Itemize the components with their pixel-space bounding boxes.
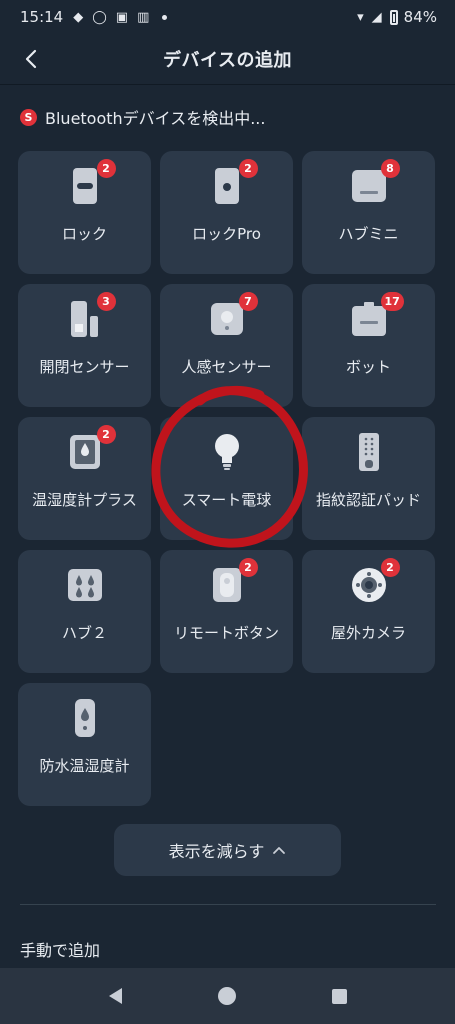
app-notification-icon: ◆ (73, 9, 84, 25)
device-count-badge: 2 (380, 558, 400, 577)
device-label: ロックPro (192, 225, 261, 243)
device-tile-smart-bulb[interactable]: スマート電球 (160, 417, 293, 540)
show-less-label: 表示を減らす (168, 842, 265, 861)
chevron-up-icon (273, 846, 286, 854)
device-tile-lock[interactable]: 2 ロック (18, 151, 151, 274)
device-tile-thermo-hygrometer-plus[interactable]: 2 温湿度計プラス (18, 417, 151, 540)
device-label: ボット (345, 358, 391, 376)
more-notifications-icon (162, 14, 168, 20)
device-tile-keypad-touch[interactable]: 指紋認証パッド (302, 417, 435, 540)
device-label: 温湿度計プラス (32, 491, 137, 509)
battery-percentage: 84% (403, 8, 437, 26)
system-navigation-bar (0, 968, 455, 1024)
device-count-badge: 8 (380, 159, 400, 178)
app-header: デバイスの追加 (0, 34, 455, 84)
device-label: スマート電球 (181, 491, 272, 509)
light-bulb-icon (207, 431, 247, 473)
scan-status-text: Bluetoothデバイスを検出中... (45, 109, 266, 128)
nav-home-icon[interactable] (217, 987, 236, 1005)
device-count-badge: 7 (238, 292, 258, 311)
device-label: 開閉センサー (39, 358, 130, 376)
status-time: 15:14 (20, 8, 64, 26)
show-less-button[interactable]: 表示を減らす (114, 824, 341, 876)
device-tile-lock-pro[interactable]: 2 ロックPro (160, 151, 293, 274)
signal-icon: ◢ (371, 9, 382, 25)
back-button[interactable] (14, 42, 48, 76)
page-title: デバイスの追加 (163, 50, 292, 71)
device-tile-contact-sensor[interactable]: 3 開閉センサー (18, 284, 151, 407)
device-label: 防水温湿度計 (39, 757, 130, 775)
device-tile-hub-mini[interactable]: 8 ハブミニ (302, 151, 435, 274)
switchbot-notification-icon: ▥ (137, 9, 150, 25)
device-label: 指紋認証パッド (315, 491, 421, 509)
waterproof-thermometer-icon (65, 697, 105, 739)
device-count-badge: 2 (238, 558, 258, 577)
device-tile-bot[interactable]: 17 ボット (302, 284, 435, 407)
device-label: 屋外カメラ (330, 624, 406, 642)
device-label: ハブ２ (61, 624, 107, 642)
device-label: リモートボタン (173, 624, 279, 642)
device-grid: 2 ロック 2 ロックPro 8 ハブミニ 3 開閉センサー 7 人感センサー (18, 151, 436, 806)
manual-add-link[interactable]: 手動で追加 (20, 937, 100, 961)
scanning-icon: S (20, 108, 37, 126)
nav-recents-icon[interactable] (331, 988, 347, 1004)
device-tile-remote-button[interactable]: 2 リモートボタン (160, 550, 293, 673)
keypad-touch-icon (349, 431, 389, 473)
status-bar: 15:14 ◆ ◯ ▣ ▥ ▾ ◢ 84% (0, 0, 455, 34)
device-tile-outdoor-camera[interactable]: 2 屋外カメラ (302, 550, 435, 673)
device-tile-waterproof-thermometer[interactable]: 防水温湿度計 (18, 683, 151, 806)
device-label: ロック (61, 225, 107, 243)
image-notification-icon: ▣ (115, 9, 129, 25)
device-count-badge: 2 (96, 425, 116, 444)
device-count-badge: 2 (96, 159, 116, 178)
wifi-icon: ▾ (357, 9, 364, 25)
hub-2-icon (65, 564, 105, 606)
header-divider (0, 84, 455, 85)
device-label: 人感センサー (181, 358, 272, 376)
bluetooth-scan-status: S Bluetoothデバイスを検出中... (20, 105, 265, 129)
device-tile-hub-2[interactable]: ハブ２ (18, 550, 151, 673)
section-divider (20, 904, 436, 905)
nav-back-icon[interactable] (108, 988, 122, 1004)
device-count-badge: 3 (96, 292, 116, 311)
device-count-badge: 17 (380, 292, 404, 311)
battery-icon (389, 9, 398, 25)
chevron-left-icon (25, 49, 37, 69)
device-label: ハブミニ (338, 225, 399, 243)
circle-notification-icon: ◯ (92, 9, 107, 25)
device-count-badge: 2 (238, 159, 258, 178)
device-tile-motion-sensor[interactable]: 7 人感センサー (160, 284, 293, 407)
